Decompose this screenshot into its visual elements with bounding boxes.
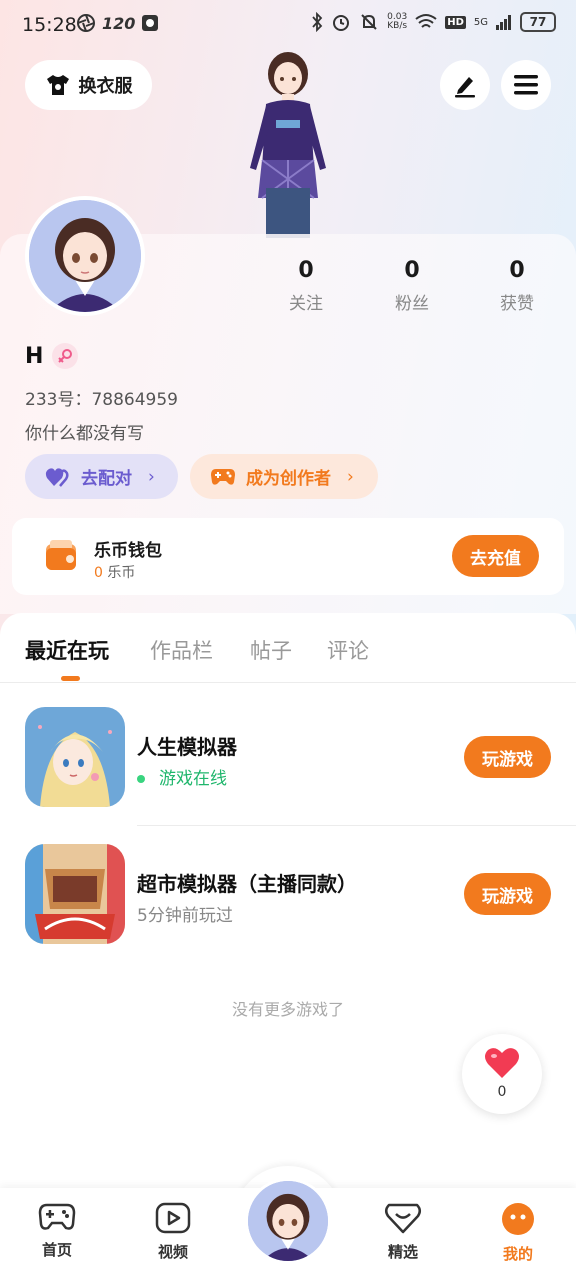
- no-more-games-text: 没有更多游戏了: [231, 1000, 344, 1019]
- online-dot-icon: [137, 775, 145, 783]
- match-label: 去配对: [81, 469, 132, 489]
- nav-center-avatar[interactable]: [245, 1178, 331, 1264]
- user-bio: 你什么都没有写: [25, 424, 144, 444]
- app-notification-icon: [142, 15, 159, 31]
- double-heart-icon: [45, 467, 69, 487]
- hd-badge: HD: [445, 15, 466, 29]
- tab-recent-play[interactable]: 最近在玩: [25, 635, 109, 665]
- life-simulator-art: [25, 707, 125, 807]
- game-icon-supermarket-simulator[interactable]: [25, 844, 125, 944]
- play-game-button[interactable]: 玩游戏: [464, 873, 551, 915]
- wallet-balance: 0 乐币: [94, 562, 135, 582]
- tab-indicator: [61, 676, 80, 681]
- stat-following-value: 0: [298, 258, 314, 283]
- face-icon: [502, 1203, 534, 1235]
- nav-home-label: 首页: [41, 1241, 72, 1259]
- like-count: 0: [497, 1084, 507, 1100]
- user-id: 233号：78864959: [25, 390, 178, 410]
- supermarket-simulator-art: [25, 844, 125, 944]
- game-last-played: 5分钟前玩过: [137, 906, 233, 926]
- status-right-icons: 0.03 KB/s HD 5G 77: [311, 12, 556, 32]
- game-icon-life-simulator[interactable]: [25, 707, 125, 807]
- gamepad-icon: [38, 1203, 76, 1230]
- menu-icon: [514, 75, 538, 95]
- profile-avatar[interactable]: [25, 196, 145, 316]
- wallet-title: 乐币钱包: [94, 541, 162, 561]
- mute-icon: [361, 14, 377, 30]
- gender-badge: [52, 343, 78, 369]
- wallet-icon: [46, 540, 76, 570]
- game-title-life-simulator[interactable]: 人生模拟器: [137, 731, 237, 760]
- edit-profile-button[interactable]: [440, 60, 490, 110]
- video-play-icon: [155, 1202, 191, 1234]
- gamepad-icon: [211, 468, 235, 485]
- play-game-button[interactable]: 玩游戏: [464, 736, 551, 778]
- match-button[interactable]: 去配对 ›: [25, 454, 178, 499]
- status-time: 15:28: [22, 14, 77, 36]
- avatar-3d-character[interactable]: [228, 48, 348, 238]
- become-creator-label: 成为创作者: [246, 469, 331, 489]
- status-left-icons: 120: [76, 13, 159, 33]
- chevron-right-icon: ›: [148, 466, 155, 487]
- alarm-icon: [333, 15, 350, 31]
- avatar-illustration: [29, 200, 141, 312]
- heart-icon: [485, 1048, 519, 1078]
- nav-home[interactable]: 首页: [17, 1202, 97, 1260]
- game-status-text: 游戏在线: [159, 769, 227, 789]
- stat-following-label: 关注: [289, 294, 323, 314]
- stat-likes-value: 0: [509, 258, 525, 283]
- network-type: 5G: [473, 16, 488, 28]
- nav-video-label: 视频: [157, 1243, 188, 1261]
- heart-chat-icon: [385, 1203, 421, 1234]
- female-icon: [58, 349, 72, 363]
- net-speed-unit: KB/s: [387, 21, 408, 31]
- tab-works[interactable]: 作品栏: [150, 635, 213, 665]
- status-bar: 15:28 120 0.03 KB/s HD 5G 77: [0, 0, 576, 52]
- net-speed: 0.03 KB/s: [387, 13, 407, 31]
- stat-likes-label: 获赞: [500, 294, 534, 314]
- game-status-online: 游戏在线: [137, 764, 227, 789]
- wallet-balance-unit: 乐币: [107, 565, 136, 581]
- change-outfit-label: 换衣服: [78, 76, 133, 97]
- aperture-icon: [77, 14, 95, 32]
- stat-fans[interactable]: 0 粉丝: [372, 258, 452, 314]
- wallet-balance-value: 0: [94, 565, 103, 581]
- nav-mine[interactable]: 我的: [478, 1202, 558, 1264]
- stat-fans-label: 粉丝: [395, 294, 429, 314]
- wifi-icon: [415, 14, 437, 28]
- change-outfit-button[interactable]: 换衣服: [25, 60, 152, 110]
- row-divider: [137, 825, 576, 826]
- tab-comments[interactable]: 评论: [327, 635, 369, 665]
- nav-featured[interactable]: 精选: [363, 1202, 443, 1262]
- refresh-rate: 120: [102, 13, 136, 33]
- signal-icon: [496, 15, 511, 30]
- like-floating-button[interactable]: 0: [462, 1034, 542, 1114]
- tab-posts[interactable]: 帖子: [250, 635, 292, 665]
- nav-video[interactable]: 视频: [133, 1202, 213, 1262]
- menu-button[interactable]: [501, 60, 551, 110]
- stat-following[interactable]: 0 关注: [266, 258, 346, 314]
- nav-featured-label: 精选: [387, 1243, 418, 1261]
- battery-indicator: 77: [520, 12, 556, 32]
- pencil-icon: [455, 77, 475, 98]
- chevron-right-icon: ›: [347, 466, 354, 487]
- username: H: [25, 344, 44, 369]
- stat-fans-value: 0: [404, 258, 420, 283]
- wallet-card[interactable]: 乐币钱包 0 乐币 去充值: [12, 518, 564, 595]
- bluetooth-icon: [312, 12, 323, 32]
- game-title-supermarket-simulator[interactable]: 超市模拟器（主播同款）: [137, 868, 357, 897]
- center-avatar-illustration: [248, 1181, 328, 1261]
- tshirt-icon: [46, 75, 69, 95]
- become-creator-button[interactable]: 成为创作者 ›: [190, 454, 378, 499]
- profile-tabs: 最近在玩 作品栏 帖子 评论: [0, 613, 576, 683]
- nav-mine-label: 我的: [502, 1245, 533, 1263]
- recharge-button[interactable]: 去充值: [452, 535, 539, 577]
- stat-likes[interactable]: 0 获赞: [477, 258, 557, 314]
